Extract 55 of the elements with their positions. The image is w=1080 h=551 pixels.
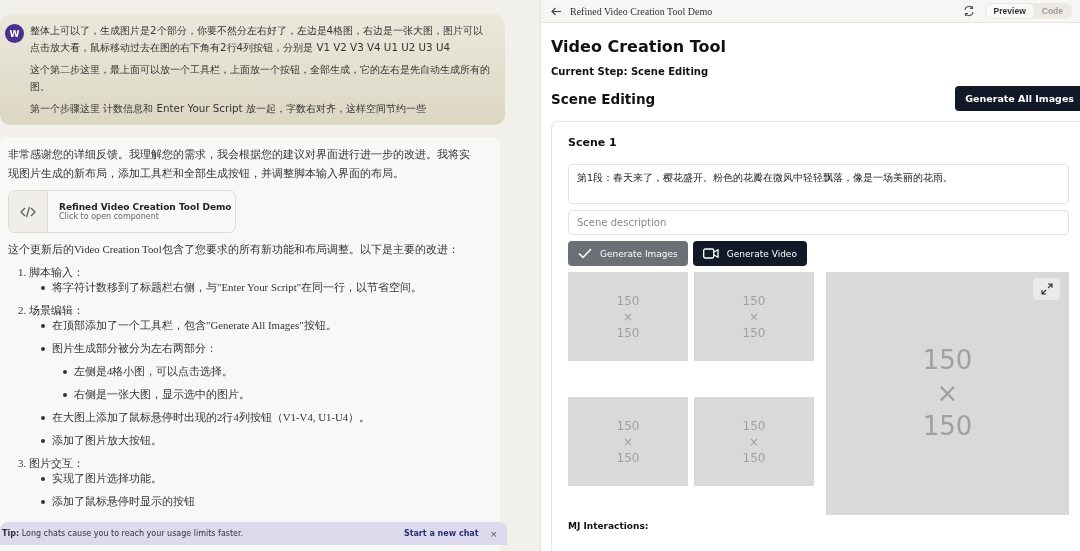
preview-title: Refined Video Creation Tool Demo [570,5,714,17]
section-heading: 场景编辑： [29,303,85,318]
list-item-text: 实现了图片选择功能。 [52,471,162,486]
scene-title: Scene 1 [568,136,618,149]
section-heading: 图片交互： [29,456,85,471]
list-item-text: 将字符计数移到了标题栏右侧，与"Enter Your Script"在同一行，以节省空间。 [52,280,423,295]
code-icon [20,205,36,218]
bullet-icon [41,499,45,504]
list-item-text: 在大图上添加了鼠标悬停时出现的2行4列按钮（V1-V4, U1-U4）。 [52,410,371,425]
interactions-label: MJ Interactions: [568,521,650,531]
video-camera-icon [702,248,719,259]
user-avatar: W [5,24,24,43]
bullet-icon [41,415,45,420]
bullet-icon [41,346,45,351]
expand-button[interactable] [1033,278,1060,300]
list-item-text: 在顶部添加了一个工具栏，包含"Generate All Images"按钮。 [52,318,337,333]
bullet-icon [63,392,67,397]
check-icon [578,248,592,259]
generate-button[interactable]: Generate Video [692,241,807,266]
message-text: 这个更新后的Video Creation Tool包含了您要求的所有新功能和布局调整。以下是主要的改进： [8,242,460,257]
bullet-icon [41,323,45,328]
section-title: Scene Editing [551,90,656,107]
list-item-text: 左侧是4格小图，可以点击选择。 [74,364,234,379]
close-button[interactable]: × [490,527,497,540]
view-tab[interactable]: Preview [985,4,1034,18]
list-item-text: 图片生成部分被分为左右两部分： [52,341,217,356]
refresh-icon[interactable] [962,5,975,17]
artifact-subtitle: Click to open component [59,212,160,221]
message-text: 第一个步骤这里 计数信息和 Enter Your Script 放一起，字数右对齐，这样空间节约一些 [30,101,427,116]
message-text: 整体上可以了，生成图片是2个部分，你要不然分左右好了，左边是4格图，右边是一张大图，图片可以点击放大看，鼠标移动过去在图的右下角有2行4列按钮，分别是 V1 V2 V3 V4 U1 U2 U3 U4 [30,23,485,55]
current-step: Current Step: Scene Editing [551,66,1080,77]
back-arrow-icon[interactable] [551,6,562,16]
bullet-icon [63,369,67,374]
generate-all-button[interactable]: Generate All Images [955,86,1080,111]
bullet-icon [41,476,45,481]
generate-button[interactable]: Generate Images [568,241,688,266]
description-field[interactable]: Scene description [568,210,1069,235]
message-text: 非常感谢您的详细反馈。我理解您的需求，我会根据您的建议对界面进行进一步的改进。我将实现图片生成的新布局，添加工具栏和全部生成按钮，并调整脚本输入界面的布局。 [8,147,470,181]
expand-icon [1040,283,1053,295]
artifact-title: Refined Video Creation Tool Demo [59,202,232,212]
list-item-text: 添加了图片放大按钮。 [52,433,162,448]
bullet-icon [41,285,45,290]
script-textarea[interactable]: 第1段：春天来了，樱花盛开。粉色的花瓣在微风中轻轻飘落，像是一场美丽的花雨。 [568,164,1069,204]
new-chat-link[interactable]: Start a new chat [403,529,479,538]
section-heading: 脚本输入： [29,265,85,280]
message-text: 这个第二步这里，最上面可以放一个工具栏，上面放一个按钮，全部生成，它的左右是先自动生成所有的图。 [30,62,491,94]
list-item-text: 右侧是一张大图，显示选中的图片。 [74,387,250,402]
list-item-text: 添加了鼠标悬停时显示的按钮 [52,494,195,509]
list-number: 2. [18,303,27,318]
tip-text: Tip: Long chats cause you to reach your usage limits faster. [2,529,245,538]
list-number: 3. [18,456,27,471]
app-title: Video Creation Tool [551,37,728,56]
artifact-card[interactable]: Refined Video Creation Tool Demo Click to open component [8,190,236,233]
list-number: 1. [18,265,27,280]
bullet-icon [41,438,45,443]
